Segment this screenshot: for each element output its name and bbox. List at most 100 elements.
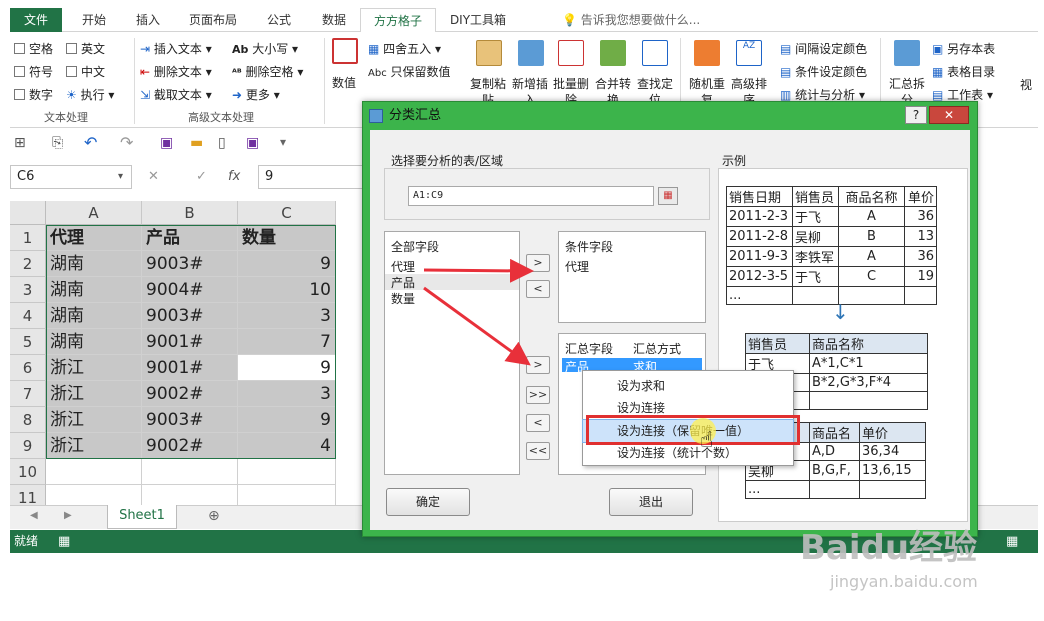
- save-icon[interactable]: ▣: [160, 135, 173, 151]
- cell[interactable]: 产品: [142, 225, 238, 251]
- chevron-down-icon[interactable]: ▾: [118, 171, 123, 182]
- close-button[interactable]: ✕: [929, 106, 969, 124]
- undo-icon[interactable]: ↶: [84, 133, 97, 152]
- round-button[interactable]: ▦ 四舍五入 ▾: [368, 40, 441, 57]
- cell[interactable]: 代理: [46, 225, 142, 251]
- range-input[interactable]: A1:C9: [408, 186, 654, 206]
- cell[interactable]: 9003#: [142, 303, 238, 329]
- insert-text-button[interactable]: ⇥ 插入文本 ▾: [140, 40, 212, 57]
- col-header-a[interactable]: A: [46, 201, 142, 225]
- customize-icon[interactable]: ▾: [280, 135, 286, 149]
- cell[interactable]: 湖南: [46, 277, 142, 303]
- scroll-right-icon[interactable]: ▶: [64, 510, 72, 521]
- cell[interactable]: [142, 459, 238, 485]
- cell[interactable]: 7: [238, 329, 336, 355]
- save-as-icon[interactable]: ▣: [246, 135, 259, 151]
- remove-all-sum-button[interactable]: <<: [526, 442, 550, 460]
- add-sum-button[interactable]: >: [526, 356, 550, 374]
- keep-num-button[interactable]: Abc 只保留数值: [368, 63, 451, 80]
- tab-ffgz[interactable]: 方方格子: [360, 8, 436, 33]
- cell[interactable]: [238, 459, 336, 485]
- chk-chinese[interactable]: 中文: [66, 63, 105, 80]
- chk-space[interactable]: 空格: [14, 40, 53, 57]
- cond-field-item[interactable]: 代理: [565, 258, 589, 275]
- cell[interactable]: 9002#: [142, 381, 238, 407]
- field-item[interactable]: 数量: [391, 290, 415, 307]
- col-header-b[interactable]: B: [142, 201, 238, 225]
- tab-diy[interactable]: DIY工具箱: [442, 8, 514, 32]
- menu-item-concat-count[interactable]: 设为连接（统计个数）: [583, 442, 793, 464]
- new-file-icon[interactable]: ▯: [218, 135, 226, 151]
- tab-data[interactable]: 数据: [310, 8, 358, 32]
- macro-icon[interactable]: ▦: [58, 530, 70, 553]
- row-header[interactable]: 4: [10, 303, 46, 329]
- grid-icon[interactable]: ⊞: [14, 135, 26, 151]
- execute-button[interactable]: ☀ 执行 ▾: [66, 86, 114, 103]
- cell[interactable]: 数量: [238, 225, 336, 251]
- cell[interactable]: 10: [238, 277, 336, 303]
- cell[interactable]: 9001#: [142, 329, 238, 355]
- name-box[interactable]: C6: [10, 165, 132, 189]
- help-button[interactable]: ?: [905, 106, 927, 124]
- cell[interactable]: 4: [238, 433, 336, 459]
- cell[interactable]: 9: [238, 407, 336, 433]
- cell[interactable]: 湖南: [46, 303, 142, 329]
- cond-fields-list[interactable]: 条件字段 代理: [558, 231, 706, 323]
- numeric-button[interactable]: 数值: [332, 74, 356, 91]
- remove-sum-button[interactable]: <: [526, 414, 550, 432]
- range-picker-icon[interactable]: ▦: [658, 187, 678, 205]
- tab-file[interactable]: 文件: [10, 8, 62, 32]
- cell[interactable]: 湖南: [46, 251, 142, 277]
- col-header-c[interactable]: C: [238, 201, 336, 225]
- row-header[interactable]: 2: [10, 251, 46, 277]
- row-header[interactable]: 3: [10, 277, 46, 303]
- normal-view-icon[interactable]: ▦: [1006, 530, 1018, 553]
- cell[interactable]: 9002#: [142, 433, 238, 459]
- remove-space-button[interactable]: ᴬᴮ 删除空格 ▾: [232, 63, 303, 80]
- cell[interactable]: 9: [238, 251, 336, 277]
- remove-cond-button[interactable]: <: [526, 280, 550, 298]
- more-button[interactable]: ➜ 更多 ▾: [232, 86, 280, 103]
- tab-page-layout[interactable]: 页面布局: [180, 8, 246, 32]
- cut-text-button[interactable]: ⇲ 截取文本 ▾: [140, 86, 212, 103]
- clipboard-icon[interactable]: ⎘: [52, 135, 63, 151]
- cell[interactable]: 浙江: [46, 433, 142, 459]
- ok-button[interactable]: 确定: [386, 488, 470, 516]
- cell[interactable]: 9001#: [142, 355, 238, 381]
- row-header[interactable]: 8: [10, 407, 46, 433]
- cond-color-button[interactable]: ▤ 条件设定颜色: [780, 63, 867, 80]
- chk-english[interactable]: 英文: [66, 40, 105, 57]
- row-header[interactable]: 7: [10, 381, 46, 407]
- add-cond-button[interactable]: >: [526, 254, 550, 272]
- function-icon[interactable]: fx: [228, 169, 240, 184]
- select-all-corner[interactable]: [10, 201, 46, 225]
- formula-input[interactable]: 9: [258, 165, 378, 189]
- chk-number[interactable]: 数字: [14, 86, 53, 103]
- open-folder-icon[interactable]: ▬: [190, 135, 203, 151]
- cancel-icon[interactable]: ✕: [148, 169, 159, 184]
- tab-home[interactable]: 开始: [70, 8, 118, 32]
- cell[interactable]: 3: [238, 381, 336, 407]
- confirm-icon[interactable]: ✓: [196, 169, 207, 184]
- row-header[interactable]: 1: [10, 225, 46, 251]
- row-header[interactable]: 5: [10, 329, 46, 355]
- row-header[interactable]: 10: [10, 459, 46, 485]
- delete-text-button[interactable]: ⇤ 删除文本 ▾: [140, 63, 212, 80]
- menu-item-sum[interactable]: 设为求和: [583, 375, 793, 397]
- cell[interactable]: 9003#: [142, 251, 238, 277]
- cell[interactable]: 3: [238, 303, 336, 329]
- add-all-sum-button[interactable]: >>: [526, 386, 550, 404]
- cell[interactable]: 浙江: [46, 407, 142, 433]
- save-as-button[interactable]: ▣ 另存本表: [932, 40, 995, 57]
- interval-color-button[interactable]: ▤ 间隔设定颜色: [780, 40, 867, 57]
- view-button[interactable]: 视: [1020, 76, 1032, 93]
- redo-icon[interactable]: ↷: [120, 133, 133, 152]
- tab-formulas[interactable]: 公式: [255, 8, 303, 32]
- add-sheet-icon[interactable]: ⊕: [208, 508, 220, 524]
- menu-item-concat[interactable]: 设为连接: [583, 397, 793, 419]
- cell[interactable]: 9003#: [142, 407, 238, 433]
- scroll-left-icon[interactable]: ◀: [30, 510, 38, 521]
- field-item[interactable]: 代理: [391, 258, 415, 275]
- cell[interactable]: 9004#: [142, 277, 238, 303]
- row-header[interactable]: 6: [10, 355, 46, 381]
